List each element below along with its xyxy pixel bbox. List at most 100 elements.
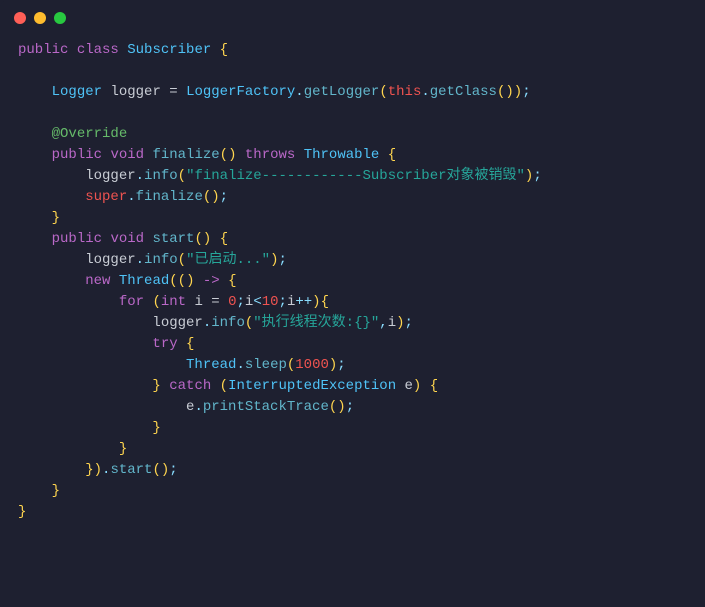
paren: ): [505, 84, 513, 100]
method-start: start: [110, 462, 152, 478]
paren: ): [514, 84, 522, 100]
semi: ;: [337, 357, 345, 373]
op-arrow: ->: [194, 273, 228, 289]
keyword-void: void: [110, 231, 144, 247]
paren: (: [194, 231, 202, 247]
brace: }: [152, 378, 160, 394]
comma: ,: [379, 315, 387, 331]
op-inc: ++: [295, 294, 312, 310]
brace: {: [321, 294, 329, 310]
keyword-for: for: [119, 294, 144, 310]
dot: .: [136, 252, 144, 268]
semi: ;: [237, 294, 245, 310]
maximize-icon[interactable]: [54, 12, 66, 24]
semi: ;: [278, 252, 286, 268]
var-i: i: [194, 294, 202, 310]
type-exception: InterruptedException: [228, 378, 396, 394]
num-literal: 10: [262, 294, 279, 310]
paren: (: [220, 147, 228, 163]
string-literal: "finalize------------Subscriber对象被销毁": [186, 168, 525, 184]
method-finalize: finalize: [136, 189, 203, 205]
dot: .: [295, 84, 303, 100]
paren: (: [178, 168, 186, 184]
type-logger: Logger: [52, 84, 102, 100]
dot: .: [236, 357, 244, 373]
paren: ): [94, 462, 102, 478]
type-factory: LoggerFactory: [186, 84, 295, 100]
close-icon[interactable]: [14, 12, 26, 24]
keyword-try: try: [152, 336, 177, 352]
method-start: start: [152, 231, 194, 247]
semi: ;: [346, 399, 354, 415]
method-printstacktrace: printStackTrace: [203, 399, 329, 415]
paren: ): [413, 378, 421, 394]
var-logger: logger: [110, 84, 160, 100]
var-logger: logger: [152, 315, 202, 331]
code-window: public class Subscriber { Logger logger …: [0, 0, 705, 607]
var-logger: logger: [85, 168, 135, 184]
keyword-void: void: [110, 147, 144, 163]
paren: (: [152, 294, 160, 310]
paren: (: [152, 462, 160, 478]
string-literal: "执行线程次数:{}": [253, 315, 379, 331]
num-literal: 1000: [295, 357, 329, 373]
keyword-int: int: [161, 294, 186, 310]
paren: (: [203, 189, 211, 205]
brace: {: [388, 147, 396, 163]
class-name: Subscriber: [127, 42, 211, 58]
paren: ): [228, 147, 236, 163]
brace: }: [52, 210, 60, 226]
op-eq: =: [203, 294, 228, 310]
brace: }: [52, 483, 60, 499]
method-info: info: [211, 315, 245, 331]
var-logger: logger: [85, 252, 135, 268]
keyword-public: public: [52, 231, 102, 247]
var-e: e: [405, 378, 413, 394]
keyword-class: class: [77, 42, 119, 58]
keyword-catch: catch: [169, 378, 211, 394]
method-info: info: [144, 252, 178, 268]
semi: ;: [279, 294, 287, 310]
method-sleep: sleep: [245, 357, 287, 373]
brace: }: [18, 504, 26, 520]
brace: }: [85, 462, 93, 478]
paren: (: [379, 84, 387, 100]
brace: }: [119, 441, 127, 457]
paren: ): [161, 462, 169, 478]
paren: ): [203, 231, 211, 247]
semi: ;: [405, 315, 413, 331]
brace: {: [430, 378, 438, 394]
paren: ): [337, 399, 345, 415]
paren: ): [211, 189, 219, 205]
method-info: info: [144, 168, 178, 184]
brace: {: [228, 273, 236, 289]
brace: {: [220, 231, 228, 247]
brace: {: [220, 42, 228, 58]
paren: (: [245, 315, 253, 331]
op-lt: <: [253, 294, 261, 310]
type-throwable: Throwable: [304, 147, 380, 163]
num-literal: 0: [228, 294, 236, 310]
dot: .: [136, 168, 144, 184]
paren: (: [169, 273, 177, 289]
annotation-override: @Override: [52, 126, 128, 142]
dot: .: [127, 189, 135, 205]
semi: ;: [220, 189, 228, 205]
paren: (: [178, 252, 186, 268]
paren: ): [312, 294, 320, 310]
method-finalize: finalize: [152, 147, 219, 163]
keyword-new: new: [85, 273, 110, 289]
minimize-icon[interactable]: [34, 12, 46, 24]
paren: (: [220, 378, 228, 394]
semi: ;: [533, 168, 541, 184]
var-i: i: [388, 315, 396, 331]
dot: .: [194, 399, 202, 415]
method-getclass: getClass: [430, 84, 497, 100]
method-getlogger: getLogger: [304, 84, 380, 100]
op-eq: =: [161, 84, 186, 100]
paren: ): [396, 315, 404, 331]
keyword-super: super: [85, 189, 127, 205]
keyword-public: public: [52, 147, 102, 163]
type-thread: Thread: [119, 273, 169, 289]
brace: }: [152, 420, 160, 436]
